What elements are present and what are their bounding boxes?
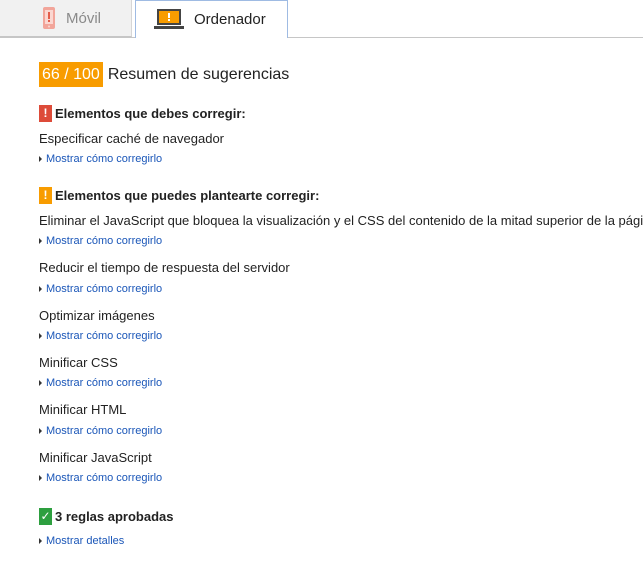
rule-title: Especificar caché de navegador: [39, 131, 225, 146]
rule-title: Minificar CSS: [39, 355, 118, 370]
triangle-right-icon: [39, 333, 42, 339]
show-fix-link-label: Mostrar cómo corregirlo: [46, 472, 163, 484]
triangle-right-icon: [39, 538, 42, 544]
show-fix-link[interactable]: Mostrar cómo corregirlo: [39, 424, 639, 438]
passed-title: 3 reglas aprobadas: [55, 509, 174, 524]
triangle-right-icon: [39, 380, 42, 386]
consider-fix-title: Elementos que puedes plantearte corregir…: [55, 188, 320, 203]
show-fix-link-label: Mostrar cómo corregirlo: [46, 377, 163, 389]
tab-movil[interactable]: Móvil: [0, 0, 132, 37]
triangle-right-icon: [39, 238, 42, 244]
page: Móvil Ordenador 66 / 100 Resumen de suge…: [0, 0, 643, 565]
exclamation-icon: !: [39, 105, 52, 122]
show-fix-link-label: Mostrar cómo corregirlo: [46, 283, 163, 295]
monitor-icon: [154, 8, 184, 31]
tab-ordenador-label: Ordenador: [194, 11, 266, 28]
show-fix-link[interactable]: Mostrar cómo corregirlo: [39, 234, 639, 248]
triangle-right-icon: [39, 156, 42, 162]
show-details-link[interactable]: Mostrar detalles: [39, 534, 639, 548]
show-fix-link[interactable]: Mostrar cómo corregirlo: [39, 152, 639, 166]
show-fix-link-label: Mostrar cómo corregirlo: [46, 425, 163, 437]
tab-ordenador[interactable]: Ordenador: [135, 0, 288, 38]
show-fix-link[interactable]: Mostrar cómo corregirlo: [39, 329, 639, 343]
tab-bar: Móvil Ordenador: [0, 0, 643, 38]
tab-divider: [0, 37, 643, 38]
must-fix-title: Elementos que debes corregir:: [55, 106, 246, 121]
summary-title: Resumen de sugerencias: [107, 65, 290, 83]
show-fix-link-label: Mostrar cómo corregirlo: [46, 330, 163, 342]
show-fix-link[interactable]: Mostrar cómo corregirlo: [39, 376, 639, 390]
results-panel: 66 / 100 Resumen de sugerencias ! Elemen…: [39, 62, 643, 548]
triangle-right-icon: [39, 428, 42, 434]
rule-title: Eliminar el JavaScript que bloquea la vi…: [39, 213, 643, 228]
phone-icon: [42, 7, 56, 29]
consider-fix-header: ! Elementos que puedes plantearte correg…: [39, 187, 639, 204]
passed-header: ✓ 3 reglas aprobadas: [39, 508, 639, 525]
show-details-link-label: Mostrar detalles: [46, 535, 125, 547]
triangle-right-icon: [39, 475, 42, 481]
show-fix-link-label: Mostrar cómo corregirlo: [46, 235, 163, 247]
show-fix-link[interactable]: Mostrar cómo corregirlo: [39, 471, 639, 485]
show-fix-link[interactable]: Mostrar cómo corregirlo: [39, 282, 639, 296]
checkmark-icon: ✓: [39, 508, 52, 525]
exclamation-icon: !: [39, 187, 52, 204]
rule-title: Minificar JavaScript: [39, 450, 152, 465]
rule-title: Optimizar imágenes: [39, 308, 155, 323]
rule-title: Minificar HTML: [39, 402, 127, 417]
rule-title: Reducir el tiempo de respuesta del servi…: [39, 260, 290, 275]
tab-movil-label: Móvil: [66, 9, 102, 27]
triangle-right-icon: [39, 286, 42, 292]
summary-header: 66 / 100 Resumen de sugerencias: [39, 62, 639, 87]
score-badge: 66 / 100: [39, 62, 103, 87]
show-fix-link-label: Mostrar cómo corregirlo: [46, 153, 163, 165]
must-fix-header: ! Elementos que debes corregir:: [39, 105, 639, 122]
